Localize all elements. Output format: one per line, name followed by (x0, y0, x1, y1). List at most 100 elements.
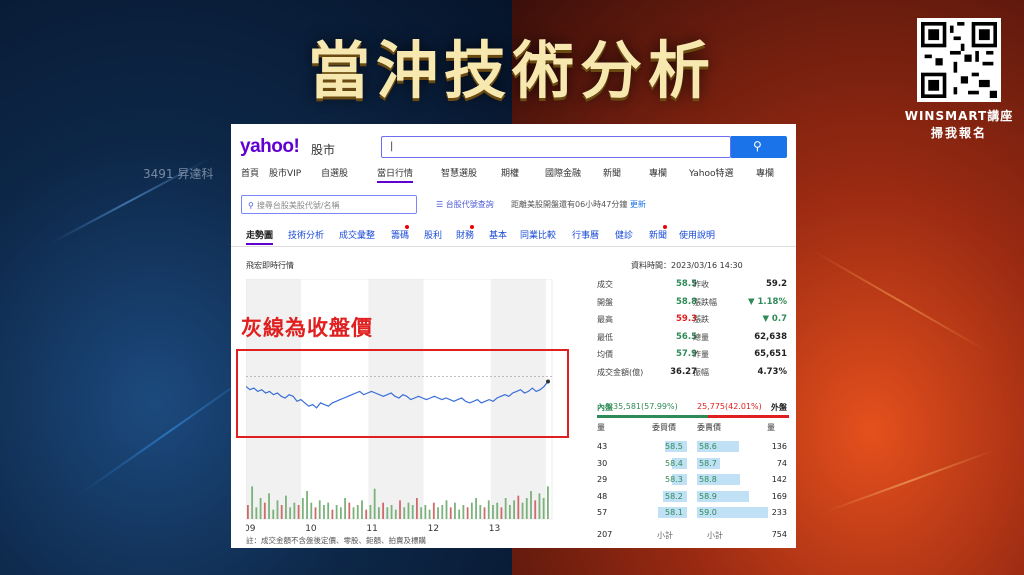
nav-item[interactable]: 首頁 (241, 166, 259, 179)
bid-price: 58.4 (665, 458, 683, 468)
total-ask-label: 小計 (707, 531, 723, 540)
volume-bar (390, 505, 393, 519)
subtab[interactable]: 同業比較 (520, 228, 556, 241)
nav-item[interactable]: 自選股 (321, 166, 348, 179)
x-tick-label: 10 (305, 524, 317, 534)
nav-item[interactable]: 股市VIP (269, 166, 301, 179)
volume-bar (251, 486, 254, 519)
volume-bar (483, 507, 486, 519)
volume-bar (462, 505, 465, 519)
stat-value: 36.27 (670, 366, 697, 377)
nav-item[interactable]: 國際金融 (545, 166, 581, 179)
notification-dot (470, 225, 474, 229)
subtab[interactable]: 成交彙整 (339, 228, 375, 241)
bid-price: 58.5 (665, 442, 683, 451)
stat-value: 62,638 (754, 331, 787, 342)
subtab[interactable]: 技術分析 (288, 228, 324, 241)
search-input[interactable]: | (381, 136, 731, 158)
outer-ratio-bar (708, 415, 789, 418)
volume-bar (394, 509, 397, 519)
subtab[interactable]: 財務 (456, 228, 474, 241)
search-icon: ⚲ (753, 139, 762, 153)
volume-bar (407, 502, 410, 519)
search-button[interactable]: ⚲ (731, 136, 787, 158)
bid-quantity: 29 (597, 475, 608, 484)
ask-quantity: 233 (771, 508, 787, 517)
volume-bar (470, 502, 473, 519)
quote-stat-row: 最低 56.5 總量 62,638 (597, 332, 789, 350)
stat-label: 成交金額(億) (597, 367, 644, 377)
volume-bar (530, 491, 532, 519)
x-tick-label: 09 (246, 524, 256, 534)
volume-bar (386, 507, 389, 519)
nav-item[interactable]: 專欄 (649, 166, 667, 179)
yahoo-logo[interactable]: yahoo! (240, 136, 300, 158)
nav-item[interactable]: 期權 (501, 166, 519, 179)
search-icon: ⚲ (248, 201, 254, 210)
nav-item[interactable]: Yahoo特選 (689, 166, 734, 179)
refresh-link[interactable]: 更新 (630, 200, 646, 209)
quote-stat-row: 均價 57.9 昨量 65,651 (597, 349, 789, 367)
volume-bar (377, 507, 380, 519)
annotation-box (236, 349, 569, 438)
footnote: 註：成交金額不含盤後定價、零股、鉅額、拍賣及標購 (246, 536, 426, 545)
volume-bar (331, 509, 334, 519)
stock-code-lookup-link[interactable]: ☰ 台股代號查詢 (436, 199, 494, 210)
data-timestamp: 資料時間：2023/03/16 14:30 (631, 261, 743, 270)
volume-bar (285, 495, 287, 519)
stat-label: 最低 (597, 332, 613, 342)
volume-bar (420, 507, 423, 519)
volume-bar (356, 505, 359, 519)
volume-bar (437, 507, 439, 519)
notification-dot (663, 225, 667, 229)
volume-bar (534, 500, 537, 519)
bid-quantity: 57 (597, 508, 608, 517)
total-ask: 754 (771, 530, 787, 539)
subtab[interactable]: 使用說明 (679, 228, 715, 241)
ask-quantity: 169 (771, 491, 787, 501)
subtab[interactable]: 股利 (424, 228, 442, 241)
stat-label: 最高 (597, 315, 613, 324)
subtab[interactable]: 健診 (615, 228, 633, 241)
bid-quantity: 30 (597, 458, 608, 468)
order-book: 內盤 35,581(57.99%) 25,775(42.01%) 外盤量 委買價 委賣價 量… (597, 402, 789, 548)
bid-price: 58.2 (665, 491, 683, 501)
stat-value: 56.5 (676, 331, 697, 342)
quote-stat-row: 成交 58.5 昨收 59.2 (597, 279, 789, 297)
stat-value: 58.8 (676, 296, 697, 307)
subtab[interactable]: 新聞 (649, 228, 667, 241)
total-bid: 207 (597, 530, 613, 539)
volume-bar (479, 505, 482, 519)
stock-search-field[interactable]: ⚲ 搜尋台股美股代號/名稱 (241, 195, 417, 214)
volume-bar (327, 502, 330, 519)
volume-bar (411, 505, 414, 519)
top-bar: yahoo! 股市 | ⚲ (231, 124, 796, 162)
volume-bar (521, 502, 524, 519)
list-icon: ☰ (436, 200, 446, 209)
volume-bar (352, 507, 355, 519)
nav-item[interactable]: 智慧選股 (441, 166, 477, 179)
stat-value: 57.9 (676, 349, 697, 359)
logo-subtitle[interactable]: 股市 (311, 141, 335, 158)
qr-code[interactable] (917, 18, 1001, 102)
volume-bar (416, 498, 418, 519)
volume-bar (301, 498, 304, 519)
subtab[interactable]: 籌碼 (391, 228, 409, 241)
volume-bar (542, 498, 545, 519)
volume-bar (496, 502, 499, 519)
stock-code-lookup-label: 台股代號查詢 (445, 200, 494, 209)
volume-bar (310, 502, 313, 519)
subtab[interactable]: 行事曆 (572, 228, 599, 241)
nav-item[interactable]: 當日行情 (377, 166, 414, 183)
stock-subtabs: 走勢圖 技術分析 成交彙整 籌碼 股利 財務 基本 同業比較 行事曆 健診 新聞 使用說明 (231, 225, 796, 245)
qr-code-icon (921, 22, 997, 98)
nav-item[interactable]: 新聞 (603, 166, 621, 179)
stat-label: 昨收 (693, 280, 709, 289)
subtab[interactable]: 走勢圖 (246, 228, 274, 245)
nav-item[interactable]: 專欄 (756, 166, 774, 179)
subtab[interactable]: 基本 (489, 228, 507, 241)
volume-bar (344, 498, 346, 519)
stat-value: ▼ 0.7 (762, 314, 787, 324)
stat-value: 65,651 (754, 349, 787, 359)
volume-bar (508, 505, 511, 519)
